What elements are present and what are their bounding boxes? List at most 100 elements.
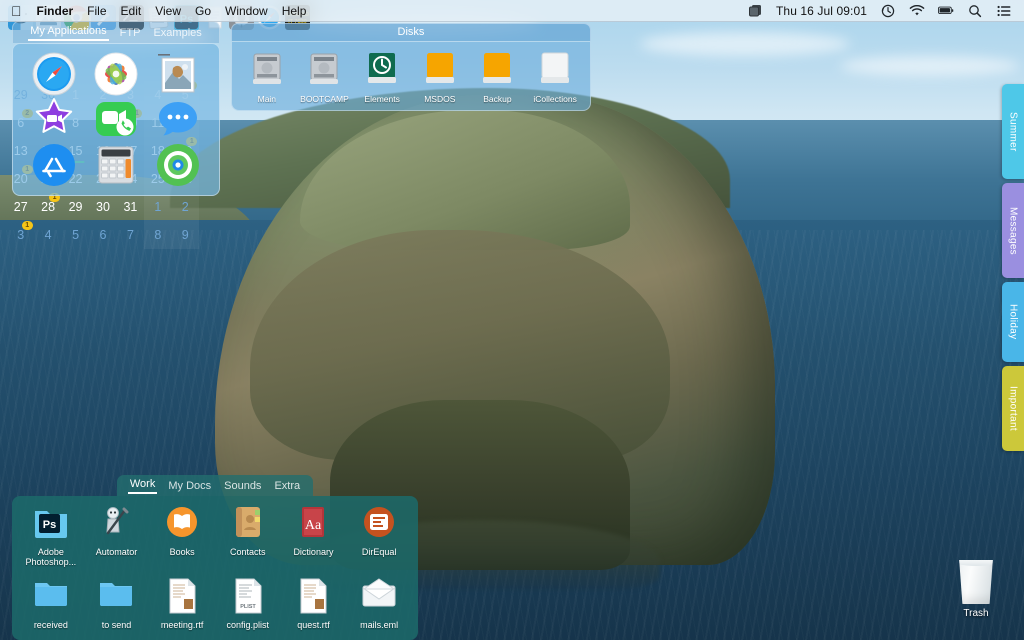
calendar-day[interactable]: 2 bbox=[172, 193, 199, 221]
calendar-day[interactable]: 9 bbox=[172, 221, 199, 249]
screenshot-stack-icon[interactable] bbox=[747, 3, 763, 18]
side-tab-label: Messages bbox=[1008, 207, 1019, 255]
menu-bar-clock[interactable]: Thu 16 Jul 09:01 bbox=[776, 4, 867, 18]
file-label: Dictionary bbox=[282, 547, 344, 557]
messages-icon[interactable] bbox=[156, 97, 200, 141]
app-store-icon[interactable] bbox=[32, 143, 76, 187]
imovie-icon[interactable] bbox=[32, 97, 76, 141]
facetime-icon[interactable] bbox=[94, 97, 138, 141]
file-item-automator[interactable]: Automator bbox=[85, 505, 147, 557]
disk-label: Elements bbox=[355, 94, 409, 104]
calendar-day[interactable]: 1 bbox=[144, 193, 171, 221]
menu-item-go[interactable]: Go bbox=[195, 4, 211, 18]
calendar-day-number: 27 bbox=[14, 200, 28, 214]
photoshop-folder-icon: Ps bbox=[33, 505, 69, 543]
side-tab-label: Summer bbox=[1008, 112, 1019, 152]
side-tab-holiday[interactable]: Holiday bbox=[1002, 282, 1024, 362]
mail-stamp-icon[interactable] bbox=[156, 52, 200, 96]
trash-desktop-item[interactable]: Trash bbox=[945, 560, 1007, 619]
safari-icon[interactable] bbox=[32, 52, 76, 96]
direqual-icon bbox=[361, 505, 397, 543]
calendar-day[interactable]: 29 bbox=[62, 193, 89, 221]
menu-item-view[interactable]: View bbox=[155, 4, 181, 18]
svg-text:Ps: Ps bbox=[43, 519, 56, 531]
calendar-day[interactable]: 27 bbox=[7, 193, 34, 221]
disk-msdos[interactable]: MSDOS bbox=[413, 50, 467, 104]
tab-work[interactable]: Work bbox=[128, 477, 157, 494]
tab-sounds[interactable]: Sounds bbox=[222, 479, 263, 494]
calendar-day[interactable]: 5 bbox=[62, 221, 89, 249]
file-label: received bbox=[20, 620, 82, 630]
file-label: DirEqual bbox=[348, 547, 410, 557]
apple-logo-icon[interactable]:  bbox=[11, 4, 22, 18]
battery-icon[interactable] bbox=[938, 3, 954, 18]
file-label: mails.eml bbox=[348, 620, 410, 630]
calendar-day[interactable]: 30 bbox=[89, 193, 116, 221]
svg-text:Aa: Aa bbox=[305, 518, 322, 533]
menu-item-help[interactable]: Help bbox=[282, 4, 307, 18]
disks-panel-title: Disks bbox=[231, 23, 591, 41]
file-item-contacts[interactable]: Contacts bbox=[217, 505, 279, 557]
apps-panel-tab-bar: My Applications FTP Examples bbox=[12, 21, 220, 43]
calendar-day[interactable]: 7 bbox=[117, 221, 144, 249]
calendar-day[interactable]: 4 bbox=[34, 221, 61, 249]
plist-document-icon: PLIST bbox=[230, 578, 266, 616]
blue-folder-icon bbox=[98, 578, 134, 616]
file-item-meeting-rtf[interactable]: meeting.rtf bbox=[151, 578, 213, 630]
file-item-config-plist[interactable]: PLIST config.plist bbox=[217, 578, 279, 630]
control-center-icon[interactable] bbox=[996, 3, 1012, 18]
side-tab-important[interactable]: Important bbox=[1002, 366, 1024, 451]
file-item-direqual[interactable]: DirEqual bbox=[348, 505, 410, 557]
photos-icon[interactable] bbox=[94, 52, 138, 96]
find-my-icon[interactable] bbox=[156, 143, 200, 187]
trash-icon bbox=[956, 560, 996, 604]
files-row-documents: received to send meeting.rtf PLIST confi… bbox=[18, 578, 412, 630]
tab-ftp[interactable]: FTP bbox=[118, 26, 143, 41]
files-panel-body: Ps Adobe Photoshop... Automator Books bbox=[12, 496, 418, 640]
menu-item-edit[interactable]: Edit bbox=[121, 4, 142, 18]
file-item-to-send[interactable]: to send bbox=[85, 578, 147, 630]
menu-item-file[interactable]: File bbox=[87, 4, 106, 18]
disk-label: Backup bbox=[470, 94, 524, 104]
menu-item-window[interactable]: Window bbox=[225, 4, 268, 18]
file-item-books[interactable]: Books bbox=[151, 505, 213, 557]
disk-icollections[interactable]: iCollections bbox=[528, 50, 582, 104]
tab-examples[interactable]: Examples bbox=[151, 26, 203, 41]
disk-label: Main bbox=[240, 94, 294, 104]
calendar-day-number: 31 bbox=[123, 200, 137, 214]
file-item-received[interactable]: received bbox=[20, 578, 82, 630]
calendar-day-number: 4 bbox=[45, 228, 52, 242]
search-icon[interactable] bbox=[967, 3, 983, 18]
time-machine-icon[interactable] bbox=[880, 3, 896, 18]
disk-label: BOOTCAMP bbox=[297, 94, 351, 104]
calendar-day-number: 6 bbox=[100, 228, 107, 242]
calculator-icon[interactable] bbox=[94, 143, 138, 187]
calendar-day[interactable]: 6 bbox=[89, 221, 116, 249]
calendar-day-number: 5 bbox=[72, 228, 79, 242]
calendar-day-number: 28 bbox=[41, 200, 55, 214]
calendar-day[interactable]: 31 bbox=[7, 221, 34, 249]
file-item-photoshop[interactable]: Ps Adobe Photoshop... bbox=[20, 505, 82, 568]
tab-extra[interactable]: Extra bbox=[272, 479, 302, 494]
file-item-quest-rtf[interactable]: quest.rtf bbox=[282, 578, 344, 630]
calendar-day-number: 29 bbox=[69, 200, 83, 214]
disk-main[interactable]: Main bbox=[240, 50, 294, 104]
disk-backup[interactable]: Backup bbox=[470, 50, 524, 104]
menu-item-finder[interactable]: Finder bbox=[37, 4, 74, 18]
calendar-day[interactable]: 8 bbox=[144, 221, 171, 249]
side-tab-label: Important bbox=[1008, 386, 1019, 431]
calendar-day[interactable]: 31 bbox=[117, 193, 144, 221]
wifi-icon[interactable] bbox=[909, 3, 925, 18]
disk-elements[interactable]: Elements bbox=[355, 50, 409, 104]
calendar-day-number: 3 bbox=[17, 228, 24, 242]
side-tab-summer[interactable]: Summer bbox=[1002, 84, 1024, 179]
rtf-document-icon bbox=[164, 578, 200, 616]
side-tab-messages[interactable]: Messages bbox=[1002, 183, 1024, 278]
file-item-mails-eml[interactable]: mails.eml bbox=[348, 578, 410, 630]
tab-my-docs[interactable]: My Docs bbox=[166, 479, 213, 494]
file-item-dictionary[interactable]: Aa Dictionary bbox=[282, 505, 344, 557]
calendar-day[interactable]: 281 bbox=[34, 193, 61, 221]
dictionary-icon: Aa bbox=[295, 505, 331, 543]
tab-my-applications[interactable]: My Applications bbox=[28, 24, 108, 41]
disk-bootcamp[interactable]: BOOTCAMP bbox=[297, 50, 351, 104]
